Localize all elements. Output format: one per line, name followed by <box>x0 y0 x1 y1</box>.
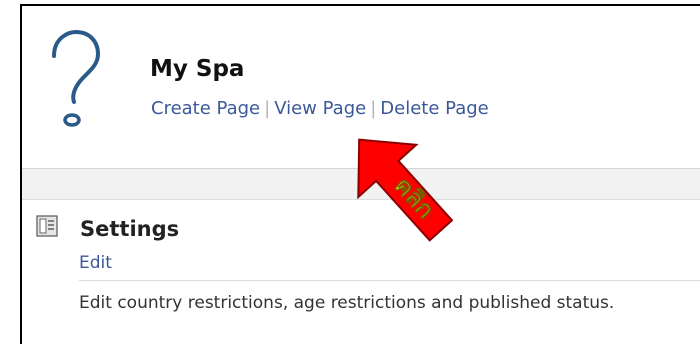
app-frame: My Spa Create Page | View Page | Delete Page… <box>20 4 700 344</box>
settings-icon <box>36 215 58 237</box>
question-mark-icon <box>52 29 101 127</box>
create-page-link[interactable]: Create Page <box>151 98 260 119</box>
divider <box>79 280 700 281</box>
settings-heading: Settings <box>80 217 180 241</box>
settings-edit-link[interactable]: Edit <box>79 253 112 273</box>
view-page-link[interactable]: View Page <box>274 98 366 119</box>
page-actions: Create Page | View Page | Delete Page <box>151 98 489 119</box>
section-divider-band <box>22 168 700 200</box>
link-separator: | <box>370 98 377 119</box>
page-title: My Spa <box>150 56 245 82</box>
settings-description: Edit country restrictions, age restricti… <box>79 293 615 313</box>
delete-page-link[interactable]: Delete Page <box>380 98 488 119</box>
link-separator: | <box>264 98 271 119</box>
